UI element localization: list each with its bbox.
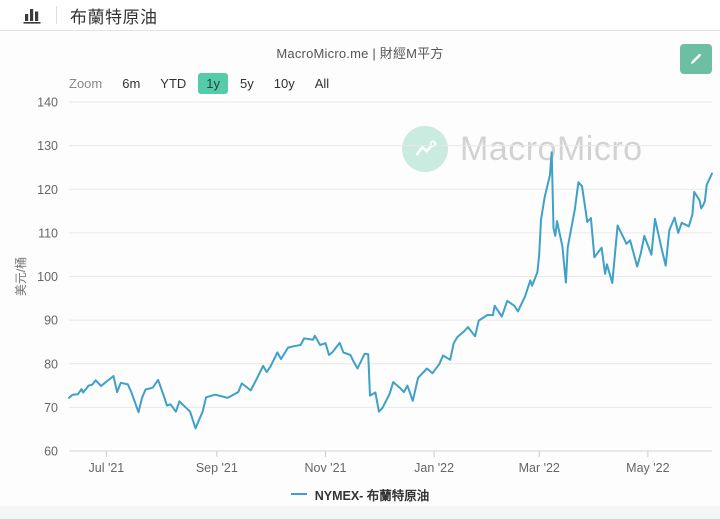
sub-header: MacroMicro.me | 財經M平方 [0, 31, 720, 75]
page-title: 布蘭特原油 [70, 7, 158, 27]
price-line-chart[interactable]: 60 70 80 90 100 110 120 130 140 Jul '21 Sep '21 Nov… [0, 92, 720, 484]
legend[interactable]: NYMEX- 布蘭特原油 [0, 482, 720, 506]
svg-text:100: 100 [37, 270, 58, 284]
svg-text:110: 110 [38, 226, 58, 240]
title-bar: 布蘭特原油 [0, 0, 720, 31]
svg-text:90: 90 [44, 314, 58, 328]
legend-series-label: NYMEX- 布蘭特原油 [314, 488, 430, 503]
svg-text:Sep '21: Sep '21 [196, 461, 238, 475]
range-button-group: 6m YTD 1y 5y 10y All [114, 72, 337, 94]
legend-line-swatch [290, 493, 307, 495]
chart-area: MacroMicro 60 70 80 90 100 110 120 130 140 Jul '2… [0, 92, 720, 484]
brent-crude-chart-page: 布蘭特原油 MacroMicro.me | 財經M平方 Zoom 6m YTD 1y… [0, 0, 720, 519]
svg-text:80: 80 [44, 357, 58, 371]
zoom-label: Zoom [69, 75, 103, 91]
range-button-1y[interactable]: 1y [198, 72, 229, 94]
source-caption: MacroMicro.me | 財經M平方 [276, 46, 444, 61]
svg-text:120: 120 [37, 183, 58, 197]
svg-text:Mar '22: Mar '22 [519, 461, 560, 475]
svg-text:美元/桶: 美元/桶 [13, 257, 28, 296]
range-button-all[interactable]: All [307, 73, 337, 94]
range-button-10y[interactable]: 10y [266, 73, 303, 94]
svg-text:60: 60 [44, 445, 58, 459]
range-button-5y[interactable]: 5y [232, 73, 262, 94]
pencil-icon [689, 52, 703, 66]
bottom-margin [0, 506, 720, 519]
svg-text:140: 140 [37, 96, 58, 110]
zoom-toolbar: Zoom 6m YTD 1y 5y 10y All [69, 72, 337, 94]
range-button-6m[interactable]: 6m [114, 73, 148, 94]
svg-text:Nov '21: Nov '21 [304, 461, 346, 475]
svg-text:Jul '21: Jul '21 [89, 461, 125, 475]
edit-button[interactable] [680, 44, 712, 74]
svg-text:May '22: May '22 [626, 461, 669, 475]
svg-text:130: 130 [37, 139, 58, 153]
svg-text:Jan '22: Jan '22 [414, 461, 454, 475]
title-divider [56, 6, 57, 24]
bar-chart-icon [22, 5, 44, 25]
svg-text:70: 70 [44, 401, 58, 415]
range-button-ytd[interactable]: YTD [152, 73, 194, 94]
